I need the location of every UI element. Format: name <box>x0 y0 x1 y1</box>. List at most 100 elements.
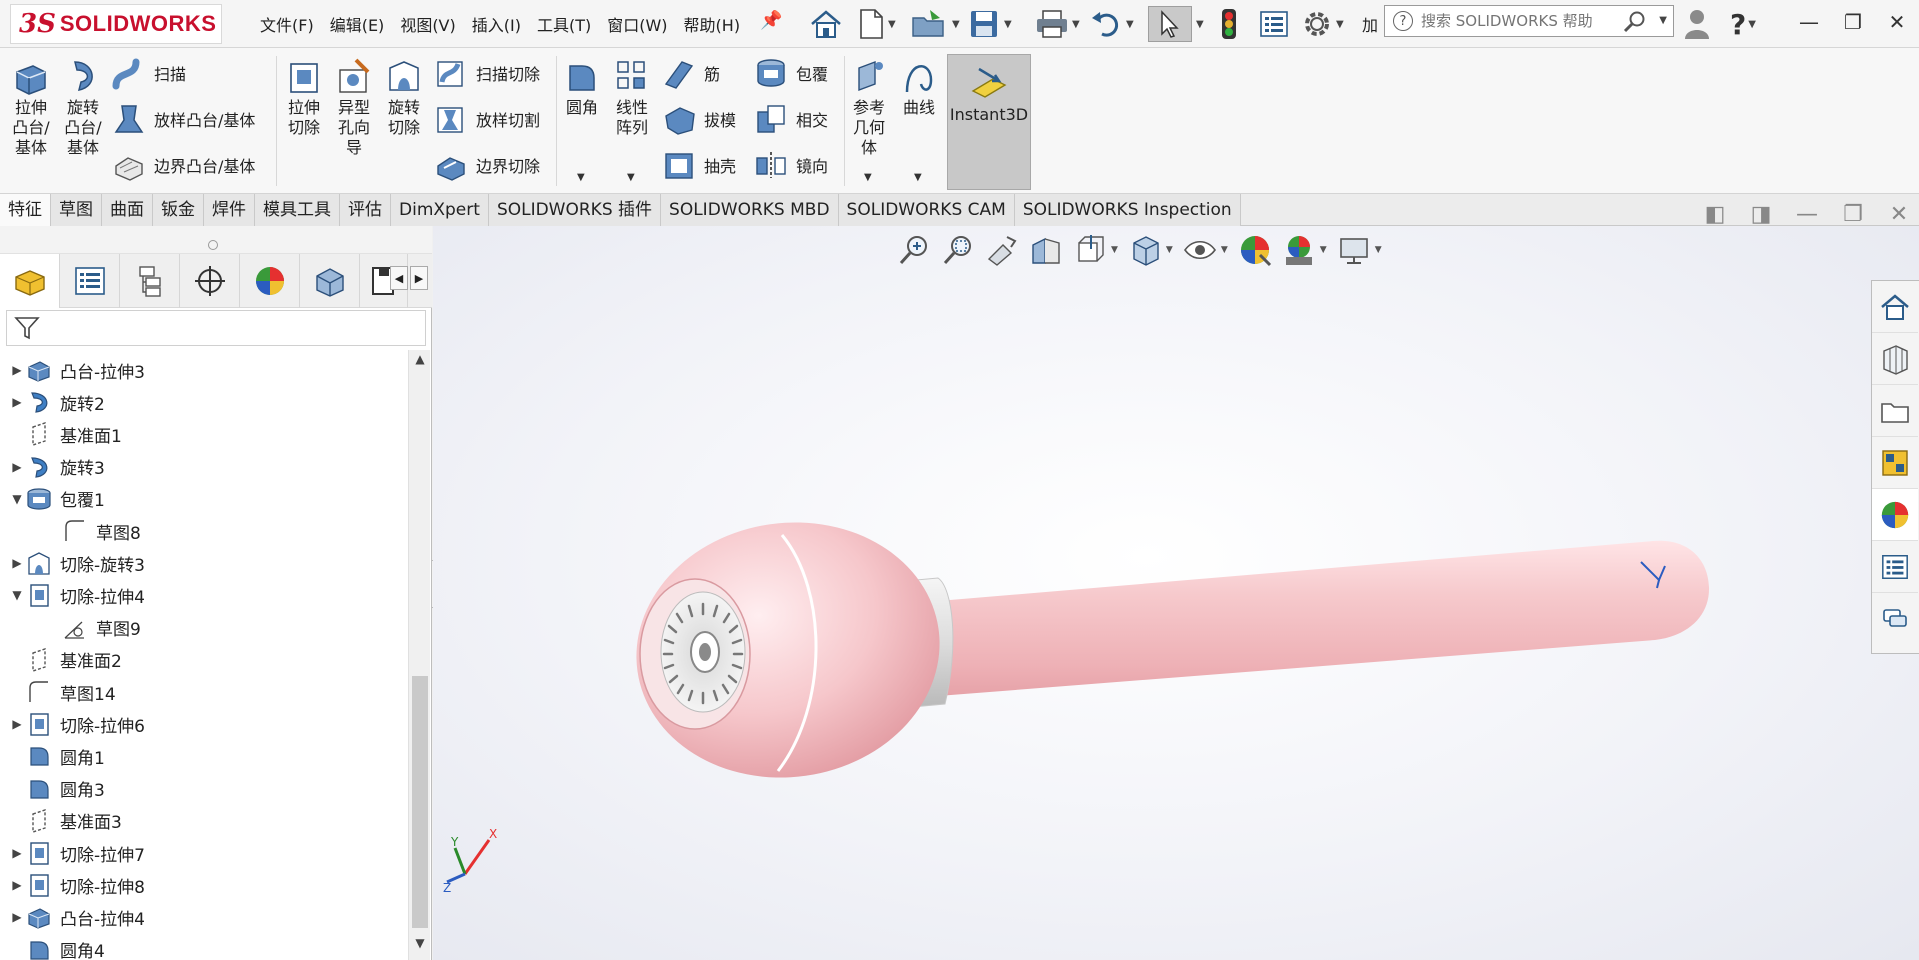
tab-evaluate[interactable]: 评估 <box>340 194 391 226</box>
tree-item[interactable]: ▶ 凸台-拉伸4 <box>0 901 408 933</box>
chevron-down-icon[interactable]: ▼ <box>1072 19 1080 30</box>
extrude-cut-button[interactable]: 拉伸 切除 <box>282 56 326 138</box>
view-palette-tab[interactable] <box>1872 437 1918 489</box>
tree-item[interactable]: 基准面1 <box>0 418 408 450</box>
instant3d-button[interactable]: Instant3D <box>947 54 1031 190</box>
draft-button[interactable]: 拔模 <box>662 102 736 136</box>
collapse-icon[interactable]: ▼ <box>10 588 24 602</box>
wrap-button[interactable]: 包覆 <box>754 56 828 90</box>
tree-item[interactable]: 草图9 <box>0 612 408 644</box>
close-icon[interactable]: ✕ <box>1879 202 1919 227</box>
revolve-cut-button[interactable]: 旋转 切除 <box>382 56 426 138</box>
loft-boss-button[interactable]: 放样凸台/基体 <box>112 102 255 136</box>
tile-right-icon[interactable]: ◨ <box>1741 202 1781 227</box>
options-button[interactable]: ▼ <box>1300 6 1344 42</box>
sweep-button[interactable]: 扫描 <box>112 56 186 90</box>
tab-weldments[interactable]: 焊件 <box>204 194 255 226</box>
expand-icon[interactable]: ▶ <box>10 460 24 474</box>
new-document-button[interactable]: ▼ <box>856 6 896 42</box>
file-properties-button[interactable] <box>1258 6 1290 42</box>
boundary-boss-button[interactable]: 边界凸台/基体 <box>112 148 255 182</box>
close-icon[interactable]: ✕ <box>1875 10 1919 34</box>
chevron-down-icon[interactable]: ▼ <box>888 19 896 30</box>
help-search[interactable]: ? ▼ <box>1384 5 1674 37</box>
tree-item[interactable]: 圆角1 <box>0 740 408 772</box>
chevron-down-icon[interactable]: ▼ <box>1004 19 1012 30</box>
chevron-down-icon[interactable]: ▼ <box>1336 19 1344 30</box>
tree-item[interactable]: ▶ 旋转3 <box>0 451 408 483</box>
chevron-down-icon[interactable]: ▼ <box>577 172 585 183</box>
tree-item[interactable]: ▶ 切除-拉伸6 <box>0 708 408 740</box>
tile-left-icon[interactable]: ◧ <box>1695 202 1735 227</box>
scroll-up-icon[interactable]: ▲ <box>409 352 431 374</box>
save-button[interactable]: ▼ <box>968 6 1012 42</box>
add-in-label[interactable]: 加 <box>1362 6 1378 42</box>
graphics-area[interactable]: ▼ ▼ ▼ ▼ ▼ X Y Z <box>433 226 1919 960</box>
design-library-tab[interactable] <box>1872 333 1918 385</box>
expand-icon[interactable]: ▶ <box>10 363 24 377</box>
curves-button[interactable]: 曲线 <box>898 56 940 118</box>
menu-tools[interactable]: 工具(T) <box>529 10 599 38</box>
rib-button[interactable]: 筋 <box>662 56 720 90</box>
menu-file[interactable]: 文件(F) <box>252 10 322 38</box>
tree-item[interactable]: 圆角3 <box>0 773 408 805</box>
tree-item[interactable]: ▼ 切除-拉伸4 <box>0 579 408 611</box>
tree-item[interactable]: 圆角4 <box>0 934 408 960</box>
chevron-down-icon[interactable]: ▼ <box>864 172 872 183</box>
reference-geometry-button[interactable]: 参考 几何 体 <box>848 56 890 158</box>
shell-button[interactable]: 抽壳 <box>662 148 736 182</box>
swept-cut-button[interactable]: 扫描切除 <box>434 56 540 90</box>
chevron-right-icon[interactable]: ▶ <box>410 266 428 290</box>
restore-icon[interactable]: ❐ <box>1833 202 1873 227</box>
tab-dimxpert[interactable]: DimXpert <box>391 194 489 226</box>
undo-button[interactable]: ▼ <box>1090 6 1134 42</box>
tab-mold-tools[interactable]: 模具工具 <box>255 194 340 226</box>
tab-mbd[interactable]: SOLIDWORKS MBD <box>661 194 839 226</box>
collapse-icon[interactable]: ▼ <box>10 492 24 506</box>
feature-manager-tab[interactable] <box>0 254 60 308</box>
menu-edit[interactable]: 编辑(E) <box>322 10 393 38</box>
select-button[interactable] <box>1148 6 1192 42</box>
user-account-button[interactable] <box>1682 6 1712 42</box>
tree-item[interactable]: ▶ 切除-拉伸7 <box>0 837 408 869</box>
tree-scrollbar[interactable]: ▲ ▼ <box>408 350 430 960</box>
panel-grip[interactable] <box>0 226 432 254</box>
tree-item[interactable]: 草图14 <box>0 676 408 708</box>
tree-item[interactable]: ▼ 包覆1 <box>0 483 408 515</box>
expand-icon[interactable]: ▶ <box>10 395 24 409</box>
minimize-icon[interactable]: — <box>1787 202 1827 227</box>
pin-icon[interactable]: 📌 <box>760 10 782 31</box>
expand-icon[interactable]: ▶ <box>10 878 24 892</box>
tree-item[interactable]: ▶ 切除-旋转3 <box>0 547 408 579</box>
tree-item[interactable]: ▶ 凸台-拉伸3 <box>0 354 408 386</box>
open-button[interactable]: ▼ <box>910 6 960 42</box>
forum-tab[interactable] <box>1872 593 1918 645</box>
chevron-down-icon[interactable]: ▼ <box>1126 19 1134 30</box>
tree-item[interactable]: 基准面3 <box>0 805 408 837</box>
rebuild-button[interactable] <box>1218 6 1240 42</box>
menu-insert[interactable]: 插入(I) <box>464 10 529 38</box>
revolve-boss-button[interactable]: 旋转 凸台/ 基体 <box>62 56 104 158</box>
chevron-down-icon[interactable]: ▼ <box>1196 6 1204 42</box>
custom-properties-tab[interactable] <box>1872 541 1918 593</box>
search-input[interactable] <box>1421 12 1621 30</box>
chevron-down-icon[interactable]: ▼ <box>914 172 922 183</box>
tree-item[interactable]: 草图8 <box>0 515 408 547</box>
tree-item[interactable]: ▶ 旋转2 <box>0 386 408 418</box>
dimxpert-manager-tab[interactable] <box>180 254 240 308</box>
tab-sheet-metal[interactable]: 钣金 <box>153 194 204 226</box>
expand-icon[interactable]: ▶ <box>10 846 24 860</box>
display-manager-tab[interactable] <box>240 254 300 308</box>
chevron-left-icon[interactable]: ◀ <box>390 266 408 290</box>
file-explorer-tab[interactable] <box>1872 385 1918 437</box>
expand-icon[interactable]: ▶ <box>10 717 24 731</box>
chevron-down-icon[interactable]: ▼ <box>627 172 635 183</box>
menu-window[interactable]: 窗口(W) <box>599 10 675 38</box>
tab-surfaces[interactable]: 曲面 <box>102 194 153 226</box>
solidworks-logo[interactable]: 3S SOLIDWORKS <box>10 4 222 44</box>
scroll-thumb[interactable] <box>412 676 428 928</box>
tab-addins[interactable]: SOLIDWORKS 插件 <box>488 194 662 226</box>
linear-pattern-button[interactable]: 线性 阵列 <box>610 56 654 138</box>
chevron-down-icon[interactable]: ▼ <box>952 19 960 30</box>
extrude-boss-button[interactable]: 拉伸 凸台/ 基体 <box>10 56 52 158</box>
